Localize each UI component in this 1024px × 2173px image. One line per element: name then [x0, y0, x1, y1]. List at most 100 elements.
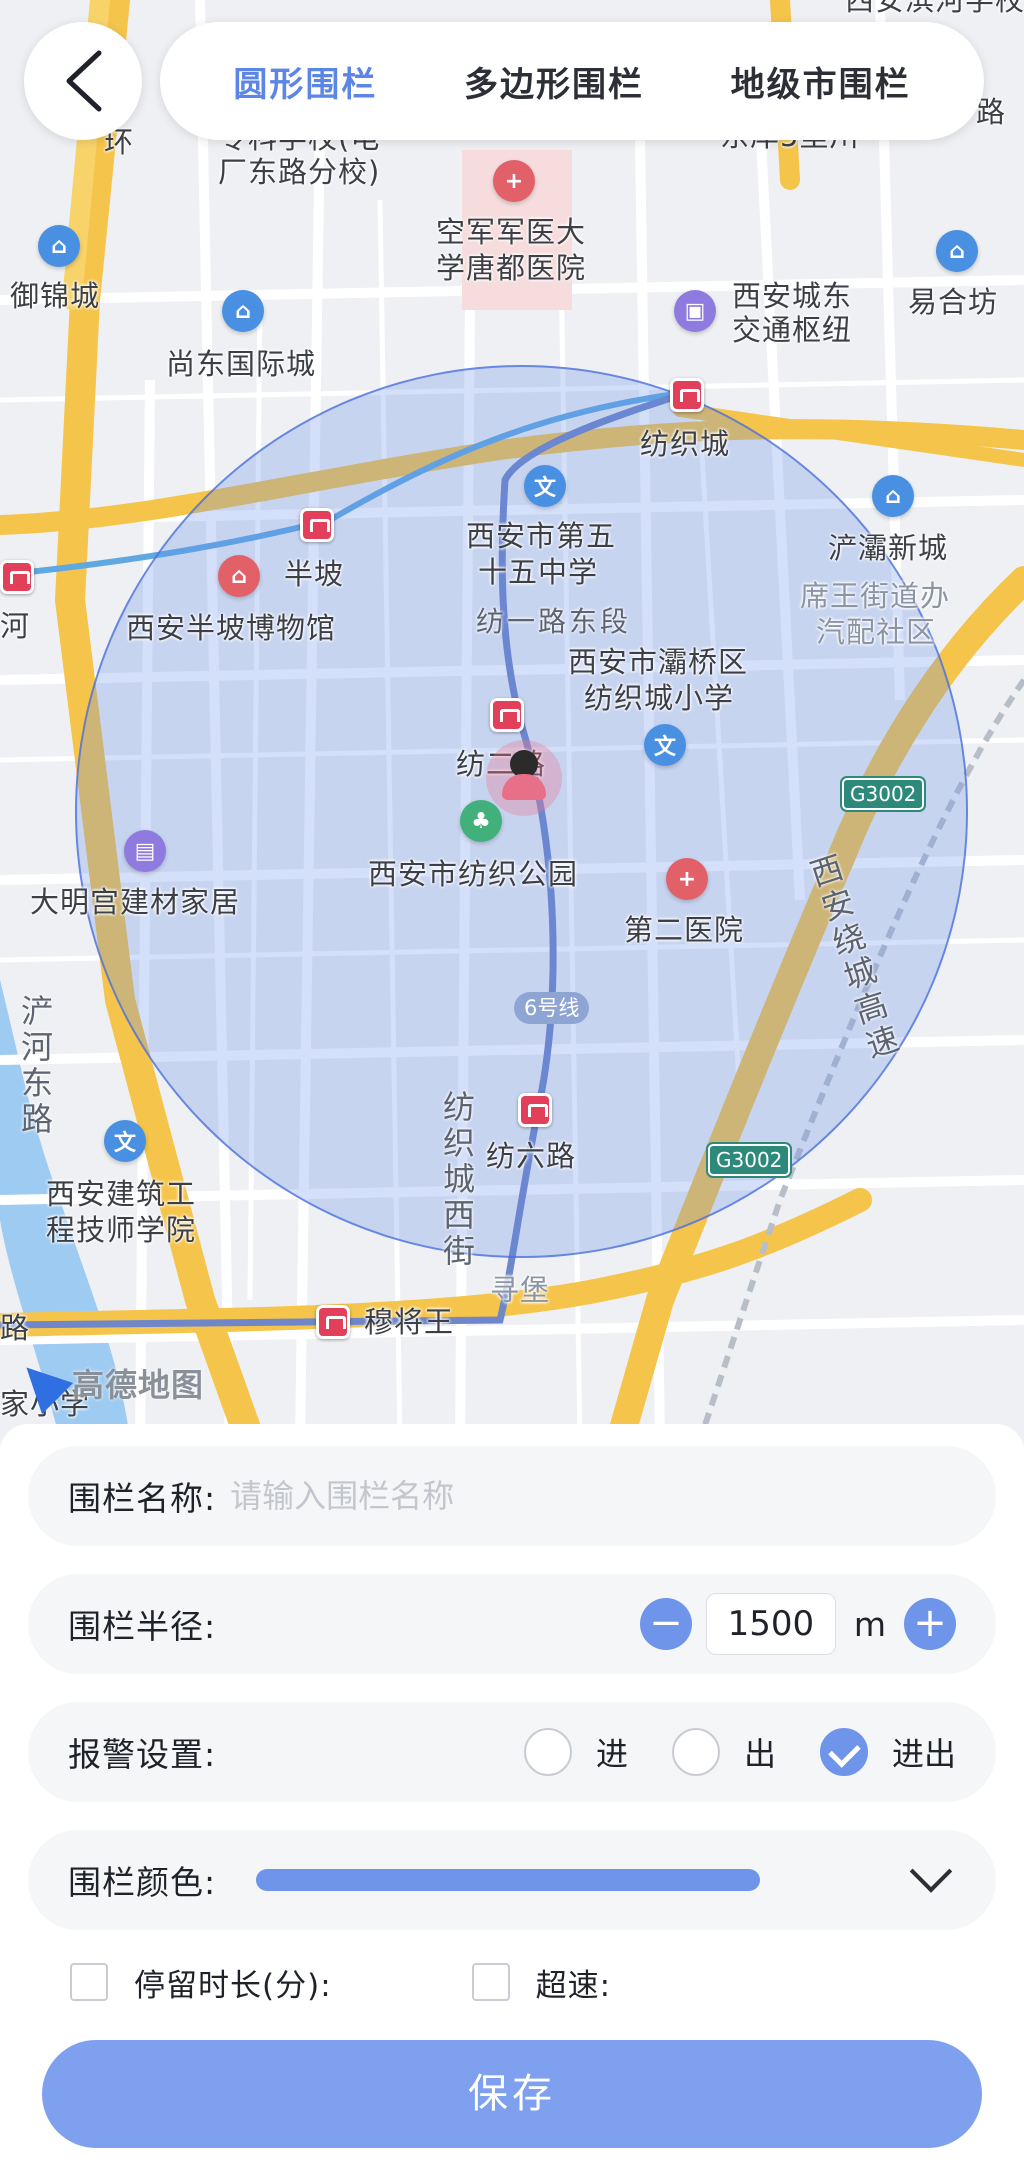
radius-increase-button[interactable]: + — [904, 1598, 956, 1650]
radio-button-checked[interactable] — [819, 1728, 868, 1776]
park-icon: ♣ — [460, 800, 502, 842]
amap-arrow-icon — [10, 1351, 74, 1415]
museum-icon: ⌂ — [218, 555, 260, 597]
map-label: 空军军医大 — [436, 215, 587, 249]
map-label: 大明宫建材家居 — [30, 885, 241, 919]
radius-unit: m — [853, 1604, 886, 1644]
map-label: 半坡 — [284, 557, 345, 591]
map-label: 纺织城小学 — [584, 681, 735, 715]
map-view[interactable]: + ⌂ ⌂ ▣ ⌂ 文 ⌂ ⌂ 文 ♣ ▤ + 文 西安滨河学校 专科学校(电 … — [0, 0, 1024, 1440]
map-label: 西安市灞桥区 — [568, 645, 749, 679]
highway-badge: G3002 — [839, 776, 927, 812]
map-label: 寻堡 — [490, 1273, 551, 1307]
extra-options: 停留时长(分): 超速: — [70, 1960, 970, 2004]
radio-label: 出 — [743, 1735, 776, 1773]
fence-color-swatch[interactable] — [256, 1869, 761, 1891]
radius-decrease-button[interactable]: − — [639, 1598, 692, 1650]
map-label: 西安市第五 — [466, 519, 617, 553]
radius-value-input[interactable]: 1500 — [705, 1593, 836, 1655]
metro-station-icon — [490, 698, 524, 732]
radio-label: 进 — [595, 1735, 628, 1773]
tab-city-fence[interactable]: 地级市围栏 — [731, 57, 911, 106]
fence-name-label: 围栏名称: — [68, 1479, 217, 1518]
fence-color-row: 围栏颜色: — [28, 1830, 996, 1930]
map-label: 十五中学 — [478, 555, 599, 589]
residential-icon: ⌂ — [222, 290, 264, 332]
metro-station-icon — [518, 1093, 552, 1127]
map-label: 西安市纺织公园 — [368, 857, 579, 891]
stay-duration-option[interactable]: 停留时长(分): — [70, 1960, 332, 2005]
overspeed-checkbox[interactable] — [471, 1963, 510, 2001]
overspeed-label: 超速: — [535, 1967, 612, 2004]
map-label: 尚东国际城 — [166, 347, 317, 381]
map-label: 西安城东 — [732, 279, 853, 313]
stay-duration-checkbox[interactable] — [70, 1963, 108, 2001]
map-label: 易合坊 — [908, 285, 999, 319]
road-label: 浐河东路 — [16, 994, 54, 1138]
map-label: 程技师学院 — [46, 1213, 197, 1247]
alarm-option-enter-exit[interactable]: 进出 — [819, 1728, 956, 1776]
avatar-body — [502, 774, 546, 800]
map-label: 浐灞新城 — [828, 531, 949, 565]
chevron-down-icon[interactable] — [909, 1850, 953, 1893]
school-icon: 文 — [644, 724, 686, 766]
fence-name-input[interactable] — [230, 1477, 956, 1515]
alarm-option-enter[interactable]: 进 — [523, 1728, 628, 1776]
map-label: 西安半坡博物馆 — [126, 611, 337, 645]
fence-radius-label: 围栏半径: — [68, 1607, 217, 1646]
metro-station-icon — [0, 560, 34, 594]
stay-duration-label: 停留时长(分): — [134, 1967, 332, 2004]
map-label: 穆将王 — [364, 1305, 455, 1339]
school-icon: 文 — [104, 1120, 146, 1162]
fence-color-label: 围栏颜色: — [68, 1863, 217, 1902]
alarm-setting-label: 报警设置: — [68, 1735, 217, 1774]
map-label: 席王街道办 — [800, 579, 951, 613]
radio-label: 进出 — [891, 1735, 956, 1773]
map-label: 交通枢纽 — [732, 313, 853, 347]
user-location-marker[interactable] — [486, 740, 562, 816]
alarm-option-exit[interactable]: 出 — [671, 1728, 776, 1776]
hospital-icon: + — [493, 160, 535, 202]
tab-polygon-fence[interactable]: 多边形围栏 — [464, 57, 644, 106]
map-label: 西安滨河学校 — [845, 0, 1024, 17]
map-label: 西安建筑工 — [46, 1177, 197, 1211]
metro-station-icon — [670, 378, 704, 412]
map-label: 纺织城 — [640, 427, 731, 461]
tab-circle-fence[interactable]: 圆形围栏 — [233, 57, 377, 106]
residential-icon: ⌂ — [872, 475, 914, 517]
back-button[interactable] — [24, 22, 142, 140]
alarm-radio-group: 进 出 进出 — [480, 1728, 956, 1776]
residential-icon: ⌂ — [38, 225, 80, 267]
overspeed-option[interactable]: 超速: — [471, 1960, 612, 2005]
fence-name-row: 围栏名称: — [28, 1446, 996, 1546]
chevron-left-icon — [66, 50, 102, 112]
road-label: 纺一路东段 — [476, 605, 632, 638]
alarm-setting-row: 报警设置: 进 出 进出 — [28, 1702, 996, 1802]
save-button[interactable]: 保存 — [42, 2040, 982, 2148]
metro-line-tag: 6号线 — [514, 992, 590, 1024]
amap-brand: 高德地图 — [72, 1366, 205, 1404]
highway-badge: G3002 — [705, 1142, 793, 1178]
bus-station-icon: ▣ — [674, 290, 716, 332]
shopping-icon: ▤ — [124, 830, 166, 872]
map-label: 汽配社区 — [816, 615, 937, 649]
radio-button[interactable] — [523, 1728, 572, 1776]
road-label: 纺织城西街 — [438, 1090, 476, 1270]
hospital-icon: + — [666, 858, 708, 900]
map-label: 学唐都医院 — [436, 251, 587, 285]
radio-button[interactable] — [671, 1728, 720, 1776]
metro-station-icon — [316, 1305, 350, 1339]
metro-station-icon — [300, 508, 334, 542]
residential-icon: ⌂ — [936, 230, 978, 272]
map-label: 第二医院 — [624, 913, 745, 947]
school-icon: 文 — [524, 465, 566, 507]
map-label: 御锦城 — [10, 279, 101, 313]
map-label: 厂东路分校) — [218, 155, 381, 189]
fence-type-tabs: 圆形围栏 多边形围栏 地级市围栏 — [160, 22, 984, 140]
radius-stepper: − 1500 m + — [639, 1593, 956, 1655]
amap-logo: 高德地图 — [10, 1351, 205, 1415]
fence-radius-row: 围栏半径: − 1500 m + — [28, 1574, 996, 1674]
map-label: 河 — [0, 609, 31, 643]
map-label: 路 — [0, 1311, 31, 1345]
map-label: 纺六路 — [486, 1139, 577, 1173]
